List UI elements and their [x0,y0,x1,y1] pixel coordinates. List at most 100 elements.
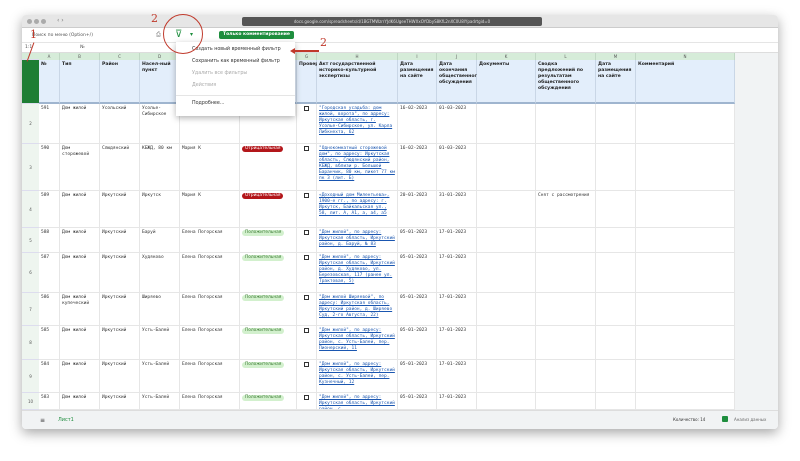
cell-d2[interactable]: 01-03-2023 [437,144,477,191]
column-header-K[interactable]: K [477,53,536,60]
cell-documents[interactable] [477,191,536,228]
cell-d2[interactable]: 17-01-2023 [437,293,477,326]
cell-place[interactable]: Усть-Балей [140,360,180,393]
row-header[interactable]: 5 [22,228,39,253]
cell-id[interactable]: 590 [39,144,60,191]
cell-author[interactable]: Елена Погорская [180,228,240,253]
cell-act[interactable]: "Однокомнатный сторожевой дом", по адрес… [317,144,398,191]
cell-summary[interactable] [536,228,596,253]
cell-district[interactable]: Слюдянский [100,144,140,191]
cell-summary[interactable]: Снят с рассмотрения [536,191,596,228]
cell-author[interactable]: Елена Погорская [180,326,240,360]
cell-status[interactable]: Положительная [240,393,297,410]
cell-d1[interactable]: 05-01-2023 [398,228,437,253]
header-cell[interactable]: Проверено [297,60,328,104]
cell-type[interactable]: Дом жилой [60,253,100,293]
cell-district[interactable]: Иркутский [100,293,140,326]
cell-date[interactable] [596,253,636,293]
cell-status[interactable]: Отрицательная [240,144,297,191]
cell-date[interactable] [596,228,636,253]
print-icon[interactable]: ⎙ [156,31,161,39]
cell-d2[interactable]: 17-01-2023 [437,253,477,293]
cell-comment[interactable] [636,228,735,253]
cell-summary[interactable] [536,144,596,191]
cell-d1[interactable]: 05-01-2023 [398,360,437,393]
cell-summary[interactable] [536,393,596,410]
row-header[interactable]: 9 [22,360,39,393]
row-header[interactable]: 3 [22,144,39,191]
column-header-G[interactable]: G [297,53,317,60]
cell-d1[interactable]: 16-02-2023 [398,104,437,144]
column-header-N[interactable]: N [636,53,735,60]
cell-act[interactable]: "Дом жилой", по адресу: Иркутская област… [317,228,398,253]
cell-act[interactable]: "Дом жилой Ширяевой", по адресу: Иркутск… [317,293,398,326]
cell-act[interactable]: «Доходный дом Милентьева», 1900-е гг., п… [317,191,398,228]
checkbox[interactable] [304,106,309,111]
row-header-1[interactable] [22,60,39,104]
cell-district[interactable]: Иркутский [100,393,140,410]
cell-comment[interactable] [636,144,735,191]
cell-documents[interactable] [477,360,536,393]
cell-act[interactable]: "Дом жилой", по адресу: Иркутская област… [317,360,398,393]
close-dot[interactable] [27,19,32,24]
cell-id[interactable]: 587 [39,253,60,293]
cell-d2[interactable]: 17-01-2023 [437,393,477,410]
cell-type[interactable]: Дом сторожевой [60,144,100,191]
cell-type[interactable]: Дом жилой купеческий [60,293,100,326]
header-cell[interactable]: Сводка предложений по результатам общест… [536,60,596,104]
cell-status[interactable]: Положительная [240,360,297,393]
cell-status[interactable]: Отрицательная [240,191,297,228]
cell-comment[interactable] [636,360,735,393]
header-cell[interactable]: Тип [60,60,100,104]
status-chip[interactable]: Отрицательная [242,146,284,152]
cell-summary[interactable] [536,253,596,293]
cell-comment[interactable] [636,104,735,144]
cell-id[interactable]: 583 [39,393,60,410]
count-summary[interactable]: Количество: 14 [673,417,705,422]
cell-date[interactable] [596,293,636,326]
cell-d1[interactable]: 05-01-2023 [398,293,437,326]
status-chip[interactable]: Положительная [242,395,285,401]
cell-d1[interactable]: 20-01-2023 [398,191,437,228]
checkbox[interactable] [304,362,309,367]
header-cell[interactable]: Дата размещения на сайте [596,60,636,104]
column-header-H[interactable]: H [317,53,398,60]
status-chip[interactable]: Положительная [242,295,285,301]
cell-d2[interactable]: 31-01-2023 [437,191,477,228]
cell-id[interactable]: 584 [39,360,60,393]
back-forward-icon[interactable]: ‹ › [57,17,64,24]
header-cell[interactable]: № [39,60,60,104]
cell-place[interactable]: КБЖД, 80 км [140,144,180,191]
column-header-I[interactable]: I [398,53,437,60]
status-chip[interactable]: Положительная [242,230,285,236]
cell-district[interactable]: Иркутский [100,326,140,360]
cell-id[interactable]: 586 [39,293,60,326]
cell-place[interactable]: Усолье-Сибирское [140,104,180,144]
cell-place[interactable]: Усть-Балей [140,393,180,410]
cell-documents[interactable] [477,104,536,144]
header-cell[interactable]: Насел-ный пункт [140,60,180,104]
cell-status[interactable]: Положительная [240,293,297,326]
address-bar[interactable]: docs.google.com/spreadsheets/d/1BGTMWzrr… [242,17,542,26]
cell-status[interactable]: Положительная [240,253,297,293]
cell-d2[interactable]: 01-03-2023 [437,104,477,144]
sheet-tab[interactable]: Лист1 [58,417,74,423]
cell-type[interactable]: Дом жилой [60,360,100,393]
cell-summary[interactable] [536,293,596,326]
cell-place[interactable]: Ширяево [140,293,180,326]
cell-documents[interactable] [477,326,536,360]
cell-date[interactable] [596,104,636,144]
cell-status[interactable]: Положительная [240,228,297,253]
explore-icon[interactable] [722,416,728,422]
cell-district[interactable]: Иркутский [100,360,140,393]
cell-date[interactable] [596,144,636,191]
cell-d2[interactable]: 17-01-2023 [437,326,477,360]
cell-id[interactable]: 589 [39,191,60,228]
cell-author[interactable]: Мария К [180,191,240,228]
cell-id[interactable]: 585 [39,326,60,360]
checkbox[interactable] [304,193,309,198]
header-cell[interactable]: Документы [477,60,536,104]
cell-summary[interactable] [536,326,596,360]
cell-date[interactable] [596,191,636,228]
checkbox[interactable] [304,395,309,400]
